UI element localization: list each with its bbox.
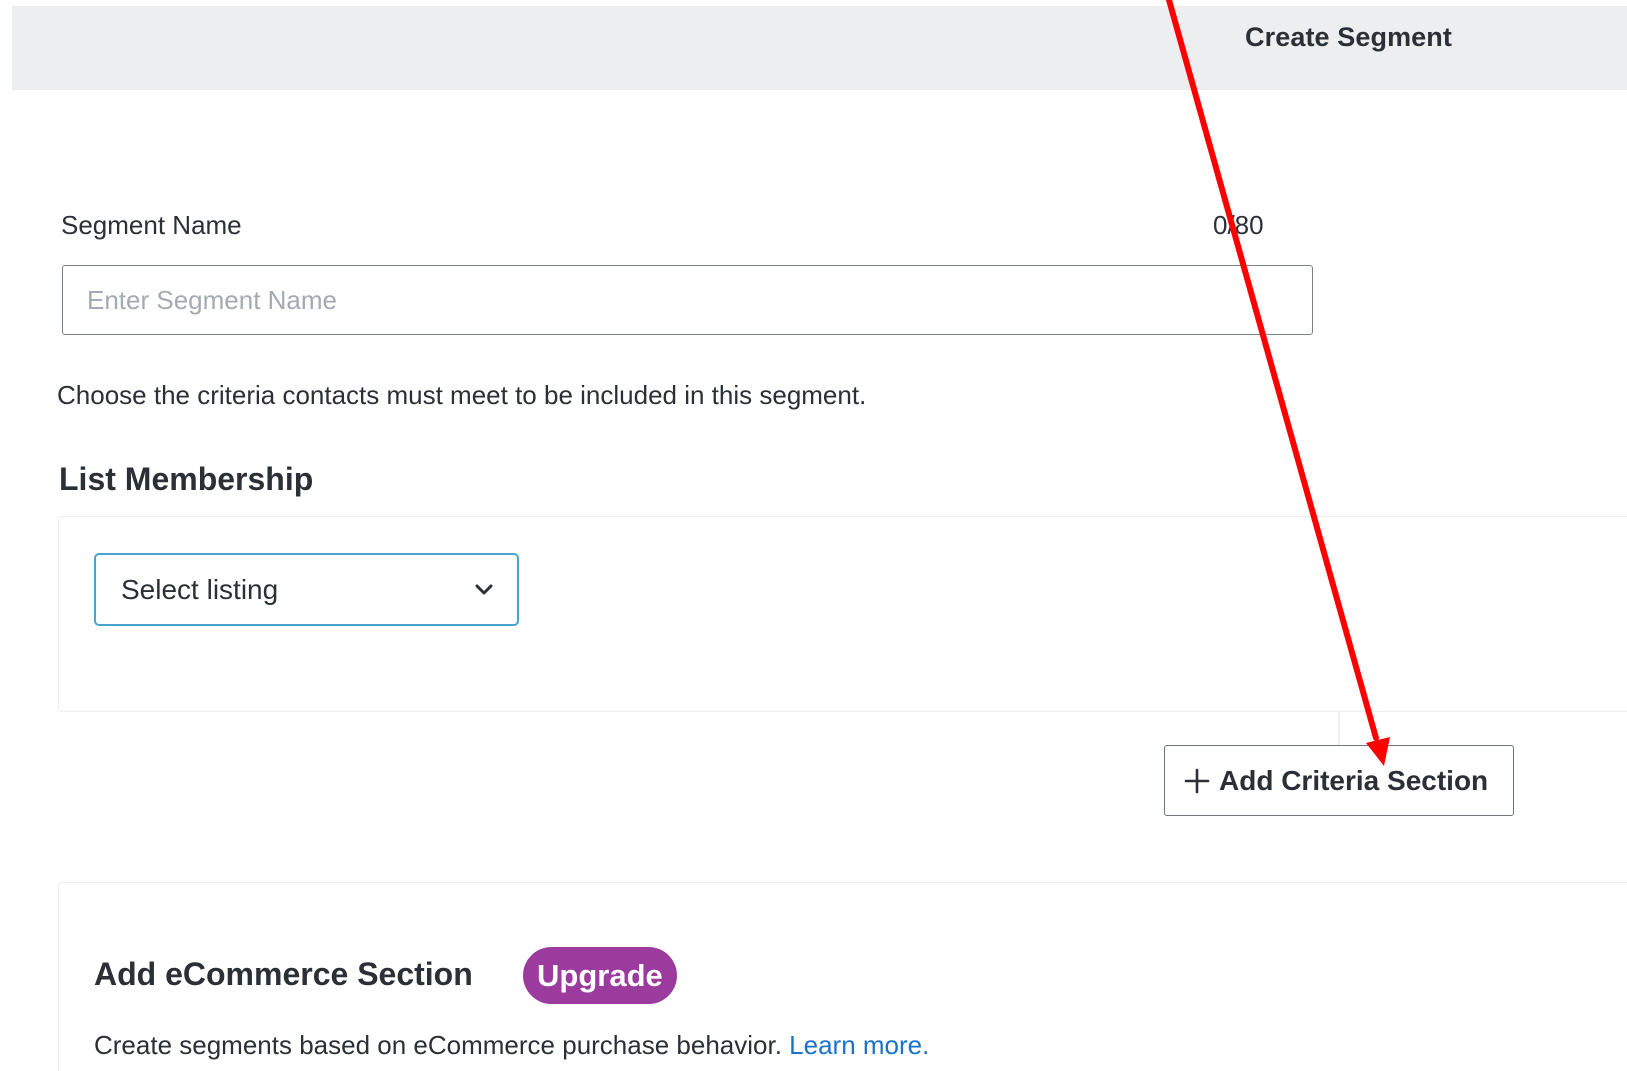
add-criteria-section-button[interactable]: Add Criteria Section <box>1164 745 1514 816</box>
ecommerce-description: Create segments based on eCommerce purch… <box>94 1030 929 1061</box>
list-membership-heading: List Membership <box>59 461 314 497</box>
select-listing-dropdown[interactable]: Select listing <box>94 553 519 626</box>
upgrade-badge[interactable]: Upgrade <box>523 947 677 1004</box>
ecommerce-heading: Add eCommerce Section <box>94 956 473 992</box>
criteria-description: Choose the criteria contacts must meet t… <box>57 380 867 410</box>
segment-name-char-count: 0/80 <box>1213 210 1264 240</box>
chevron-down-icon <box>475 584 493 594</box>
page-title: Create Segment <box>1245 22 1452 52</box>
ecommerce-description-text: Create segments based on eCommerce purch… <box>94 1030 782 1060</box>
learn-more-link[interactable]: Learn more. <box>789 1030 929 1060</box>
plus-icon <box>1184 768 1210 793</box>
segment-name-input[interactable] <box>62 265 1313 335</box>
create-segment-page: Create Segment Segment Name 0/80 Choose … <box>0 0 1627 1071</box>
add-criteria-section-label: Add Criteria Section <box>1219 764 1489 796</box>
select-listing-value: Select listing <box>121 573 279 605</box>
segment-name-label: Segment Name <box>61 210 242 240</box>
